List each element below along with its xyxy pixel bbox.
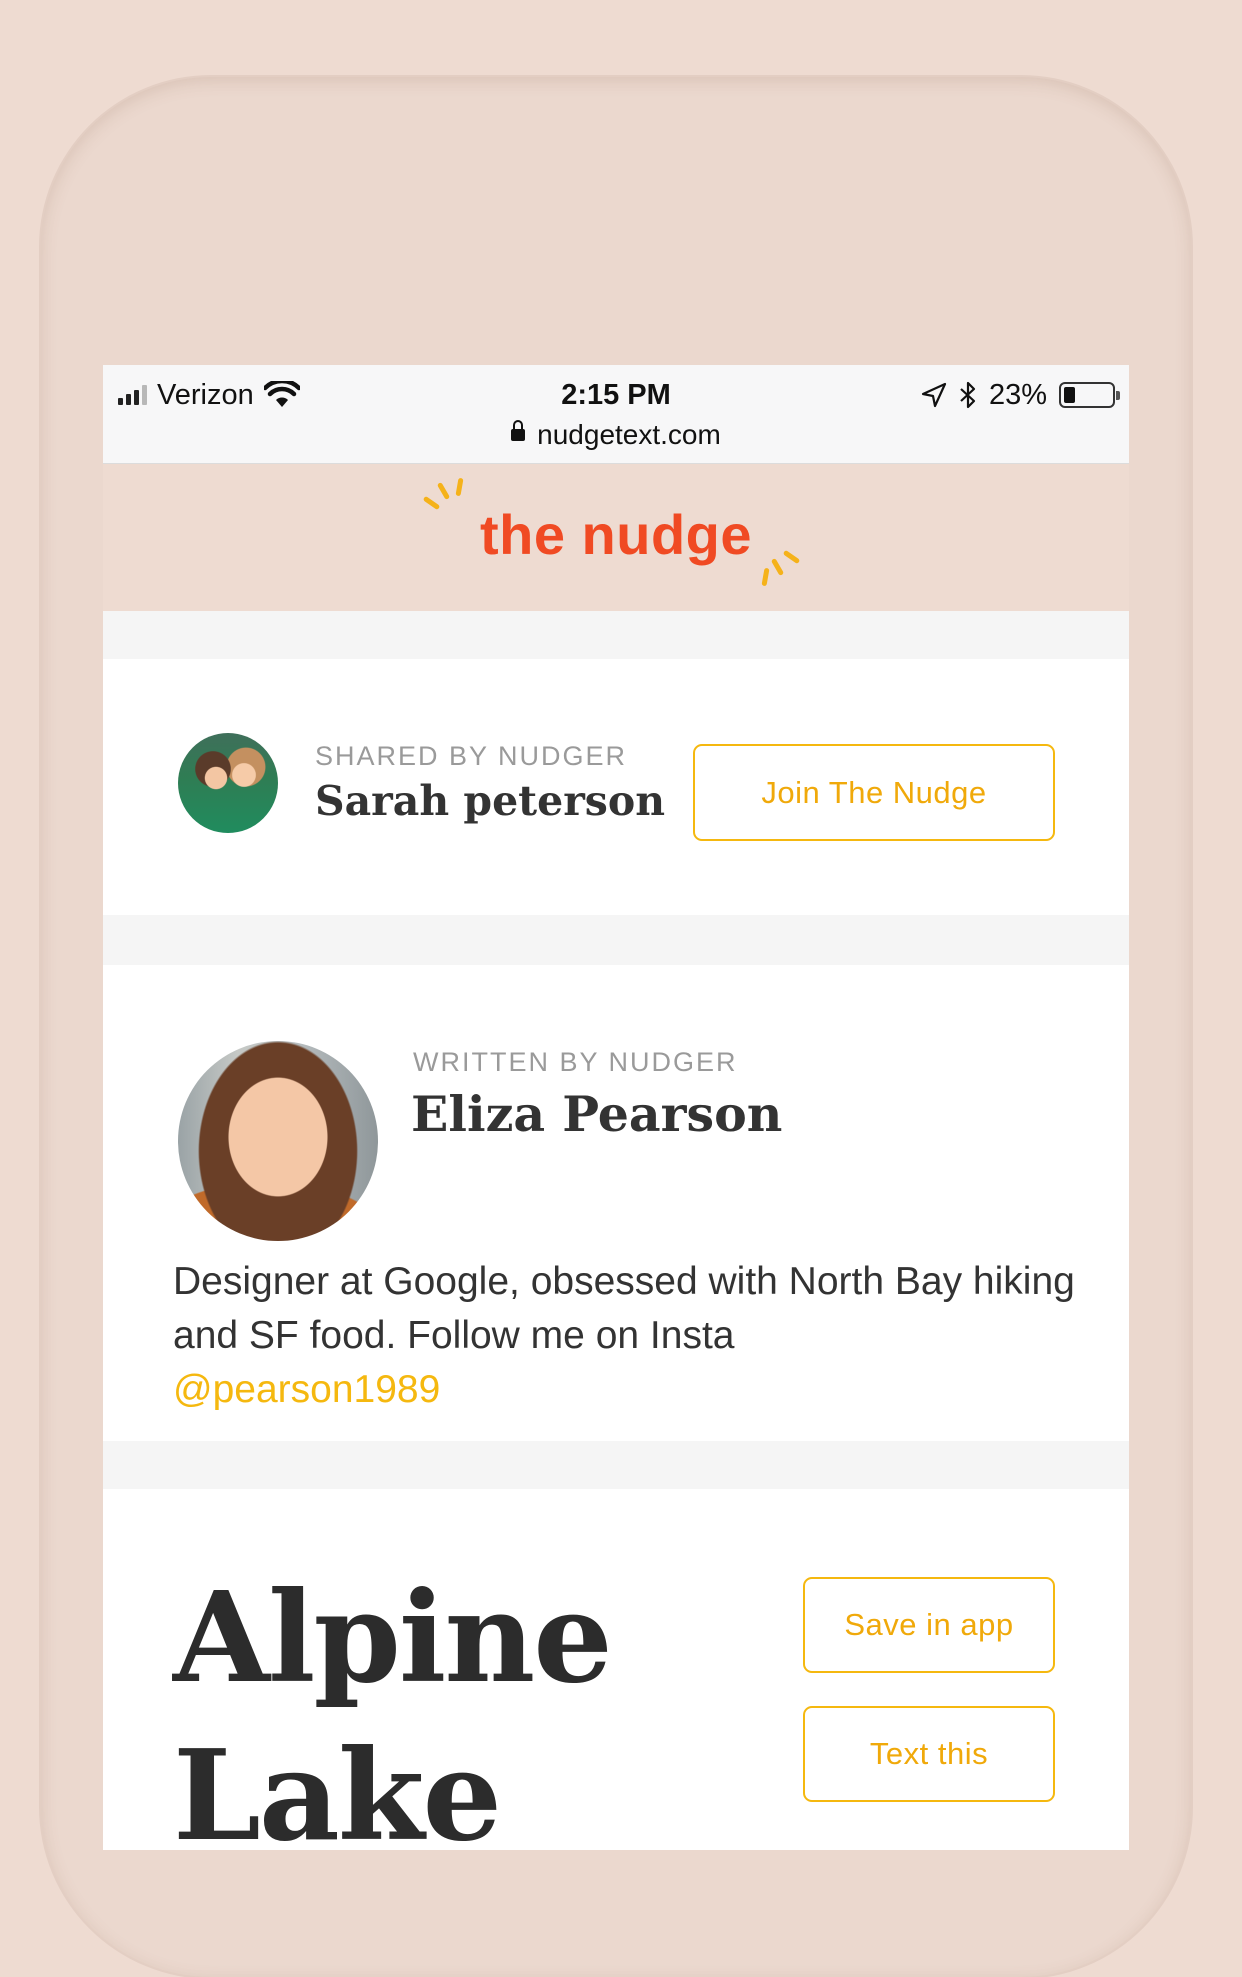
location-arrow-icon (921, 382, 947, 408)
instagram-handle-link[interactable]: @pearson1989 (173, 1363, 1093, 1417)
join-button[interactable]: Join The Nudge (693, 744, 1055, 841)
lock-icon (511, 419, 526, 441)
post-title-line-2: Lake (173, 1723, 502, 1850)
bluetooth-icon (960, 381, 976, 409)
logo[interactable]: the nudge (103, 502, 1129, 567)
status-bar: Verizon 2:15 PM nudgetext.com 23% (103, 365, 1129, 464)
url-text: nudgetext.com (537, 419, 721, 450)
author-bio: Designer at Google, obsessed with North … (173, 1255, 1093, 1417)
post-title: Alpine Lake (173, 1559, 613, 1850)
author-name: Eliza Pearson (411, 1085, 783, 1143)
battery-icon (1059, 382, 1120, 408)
shared-kicker: SHARED BY NUDGER (315, 741, 628, 771)
battery-percent: 23% (988, 378, 1047, 411)
status-right: 23% (921, 375, 1120, 415)
save-in-app-button[interactable]: Save in app (803, 1577, 1055, 1673)
written-kicker: WRITTEN BY NUDGER (413, 1047, 738, 1077)
brand-header: the nudge (103, 464, 1129, 611)
address-bar[interactable]: nudgetext.com (103, 417, 1129, 453)
author-avatar (178, 1041, 378, 1241)
bio-text: Designer at Google, obsessed with North … (173, 1260, 1075, 1357)
post-card: Alpine Lake Save in app Text this (103, 1489, 1129, 1850)
browser-screen: Verizon 2:15 PM nudgetext.com 23% the nu… (103, 365, 1129, 1850)
sharer-avatar (178, 733, 278, 833)
text-this-button[interactable]: Text this (803, 1706, 1055, 1802)
post-title-line-1: Alpine (173, 1565, 613, 1711)
author-card: WRITTEN BY NUDGER Eliza Pearson Designer… (103, 965, 1129, 1441)
sharer-name: Sarah peterson (315, 777, 666, 825)
shared-by-card: SHARED BY NUDGER Sarah peterson Join The… (103, 659, 1129, 915)
